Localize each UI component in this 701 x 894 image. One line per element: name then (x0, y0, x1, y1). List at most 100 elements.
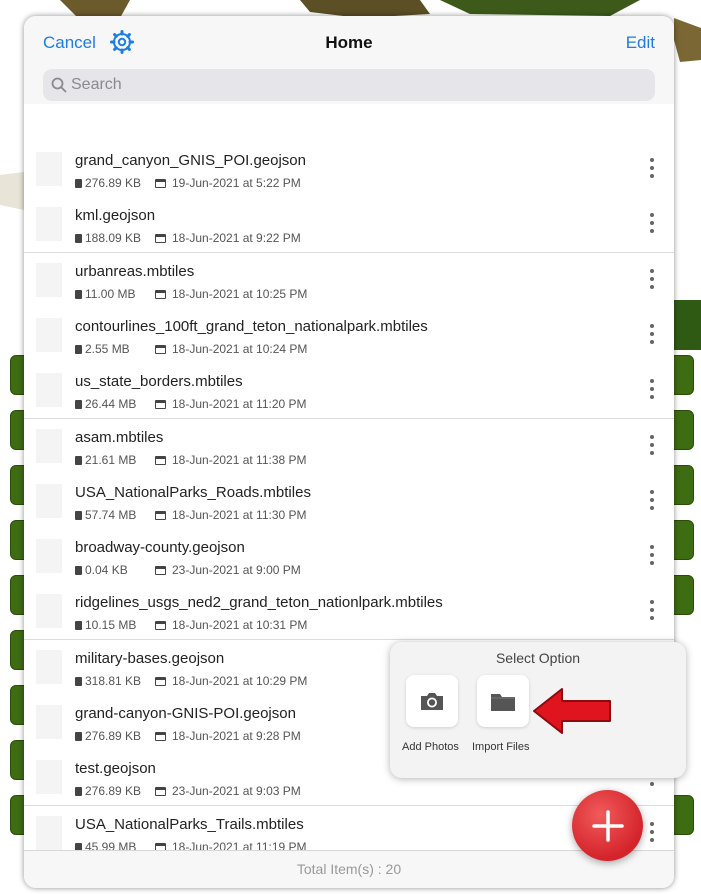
add-floating-button[interactable] (572, 790, 643, 861)
file-size-text: 26.44 MB (85, 397, 137, 412)
storage-icon (75, 455, 82, 465)
file-date-text: 18-Jun-2021 at 11:20 PM (172, 397, 307, 412)
file-date-text: 18-Jun-2021 at 11:30 PM (172, 507, 307, 522)
file-size: 276.89 KB (75, 176, 141, 190)
more-options-icon[interactable] (644, 543, 660, 569)
add-photos-button[interactable] (406, 675, 458, 727)
file-size: 0.04 KB (75, 563, 128, 577)
file-size-text: 57.74 MB (85, 507, 137, 522)
file-row[interactable]: USA_NationalParks_Roads.mbtiles 57.74 MB 1… (24, 473, 674, 530)
footer-bar: Total Item(s) : 20 (24, 850, 674, 888)
more-options-icon[interactable] (644, 598, 660, 624)
file-row[interactable]: grand_canyon_GNIS_POI.geojson 276.89 KB 19… (24, 142, 674, 198)
file-size-text: 45.99 MB (85, 839, 137, 850)
more-options-icon[interactable] (644, 433, 660, 459)
file-date: 18-Jun-2021 at 9:28 PM (155, 729, 301, 743)
popover-title: Select Option (495, 650, 581, 666)
file-date-text: 18-Jun-2021 at 11:19 PM (172, 839, 307, 850)
file-size-text: 276.89 KB (85, 176, 142, 190)
file-date: 18-Jun-2021 at 10:24 PM (155, 342, 307, 356)
file-size-text: 0.04 KB (85, 563, 128, 578)
file-size: 57.74 MB (75, 508, 136, 522)
more-options-icon[interactable] (644, 377, 660, 403)
import-files-button[interactable] (477, 675, 529, 727)
edit-button[interactable]: Edit (626, 33, 655, 53)
file-name: grand-canyon-GNIS-POI.geojson (75, 705, 296, 722)
file-row[interactable]: asam.mbtiles 21.61 MB 18-Jun-2021 at 11:38… (24, 418, 674, 475)
storage-icon (75, 234, 82, 244)
search-input[interactable] (71, 69, 641, 101)
file-date-text: 18-Jun-2021 at 9:22 PM (172, 231, 301, 246)
file-name: military-bases.geojson (75, 649, 225, 667)
file-date-text: 18-Jun-2021 at 10:29 PM (172, 673, 308, 688)
file-row[interactable]: ridgelines_usgs_ned2_grand_teton_nationl… (24, 584, 674, 641)
file-size-text: 188.09 KB (85, 231, 142, 246)
file-date-text: 23-Jun-2021 at 9:00 PM (172, 563, 301, 578)
file-thumbnail (36, 152, 62, 186)
storage-icon (75, 400, 82, 410)
file-date: 18-Jun-2021 at 10:25 PM (155, 287, 307, 301)
file-date-text: 18-Jun-2021 at 10:25 PM (172, 286, 308, 301)
page-title: Home (325, 33, 373, 52)
file-name: USA_NationalParks_Roads.mbtiles (75, 483, 311, 501)
file-date: 23-Jun-2021 at 9:00 PM (155, 563, 301, 577)
file-date: 18-Jun-2021 at 11:19 PM (155, 840, 307, 850)
more-options-icon[interactable] (644, 322, 660, 348)
file-size: 276.89 KB (75, 784, 141, 798)
add-photos-label: Add Photos (402, 741, 459, 753)
calendar-icon (155, 234, 166, 244)
file-size: 45.99 MB (75, 840, 136, 850)
more-options-icon[interactable] (644, 488, 660, 514)
storage-icon (75, 289, 82, 299)
calendar-icon (155, 787, 166, 797)
file-date: 18-Jun-2021 at 10:31 PM (155, 618, 307, 632)
file-row[interactable]: us_state_borders.mbtiles 26.44 MB 18-Jun-2… (24, 363, 674, 420)
file-row[interactable]: kml.geojson 188.09 KB 18-Jun-2021 at 9:22 … (24, 197, 674, 254)
search-bar[interactable] (43, 69, 655, 101)
more-options-icon[interactable] (644, 211, 660, 237)
file-thumbnail (36, 483, 62, 518)
file-date-text: 18-Jun-2021 at 10:24 PM (172, 341, 308, 356)
file-date-text: 19-Jun-2021 at 5:22 PM (172, 176, 301, 190)
more-options-icon[interactable] (644, 820, 660, 846)
file-row[interactable]: broadway-county.geojson 0.04 KB 23-Jun-202… (24, 529, 674, 586)
file-size: 2.55 MB (75, 342, 130, 356)
file-date-text: 23-Jun-2021 at 9:03 PM (172, 784, 301, 799)
calendar-icon (155, 179, 166, 188)
file-size-text: 11.00 MB (85, 286, 136, 301)
file-thumbnail (36, 539, 62, 574)
file-thumbnail (36, 428, 62, 463)
calendar-icon (155, 344, 166, 354)
file-date-text: 18-Jun-2021 at 9:28 PM (172, 729, 301, 743)
folder-icon (491, 694, 515, 711)
storage-icon (75, 842, 82, 850)
calendar-icon (155, 400, 166, 410)
file-size-text: 276.89 KB (85, 729, 142, 743)
file-size: 276.89 KB (75, 729, 141, 743)
file-thumbnail (36, 317, 62, 352)
file-date: 19-Jun-2021 at 5:22 PM (155, 176, 301, 190)
file-thumbnail (36, 649, 62, 684)
file-thumbnail (36, 373, 62, 408)
file-size-text: 318.81 KB (85, 673, 142, 688)
file-name: USA_NationalParks_Trails.mbtiles (75, 815, 304, 833)
storage-icon (75, 179, 82, 188)
file-size: 26.44 MB (75, 397, 136, 411)
file-thumbnail (36, 594, 62, 629)
file-row[interactable]: urbanreas.mbtiles 11.00 MB 18-Jun-2021 at … (24, 252, 674, 309)
file-date-text: 18-Jun-2021 at 11:38 PM (172, 452, 307, 467)
file-row[interactable]: contourlines_100ft_grand_teton_nationalp… (24, 307, 674, 364)
storage-icon (75, 787, 82, 797)
more-options-icon[interactable] (644, 267, 660, 293)
storage-icon (75, 676, 82, 686)
file-date: 18-Jun-2021 at 9:22 PM (155, 231, 301, 245)
file-size-text: 21.61 MB (85, 452, 137, 467)
file-date: 18-Jun-2021 at 11:30 PM (155, 508, 307, 522)
file-size: 188.09 KB (75, 231, 141, 245)
file-size-text: 10.15 MB (85, 618, 137, 633)
file-row-partial[interactable] (24, 104, 674, 143)
more-options-icon[interactable] (644, 156, 660, 182)
file-size: 11.00 MB (75, 287, 135, 301)
file-thumbnail (36, 207, 62, 242)
storage-icon (75, 344, 82, 354)
